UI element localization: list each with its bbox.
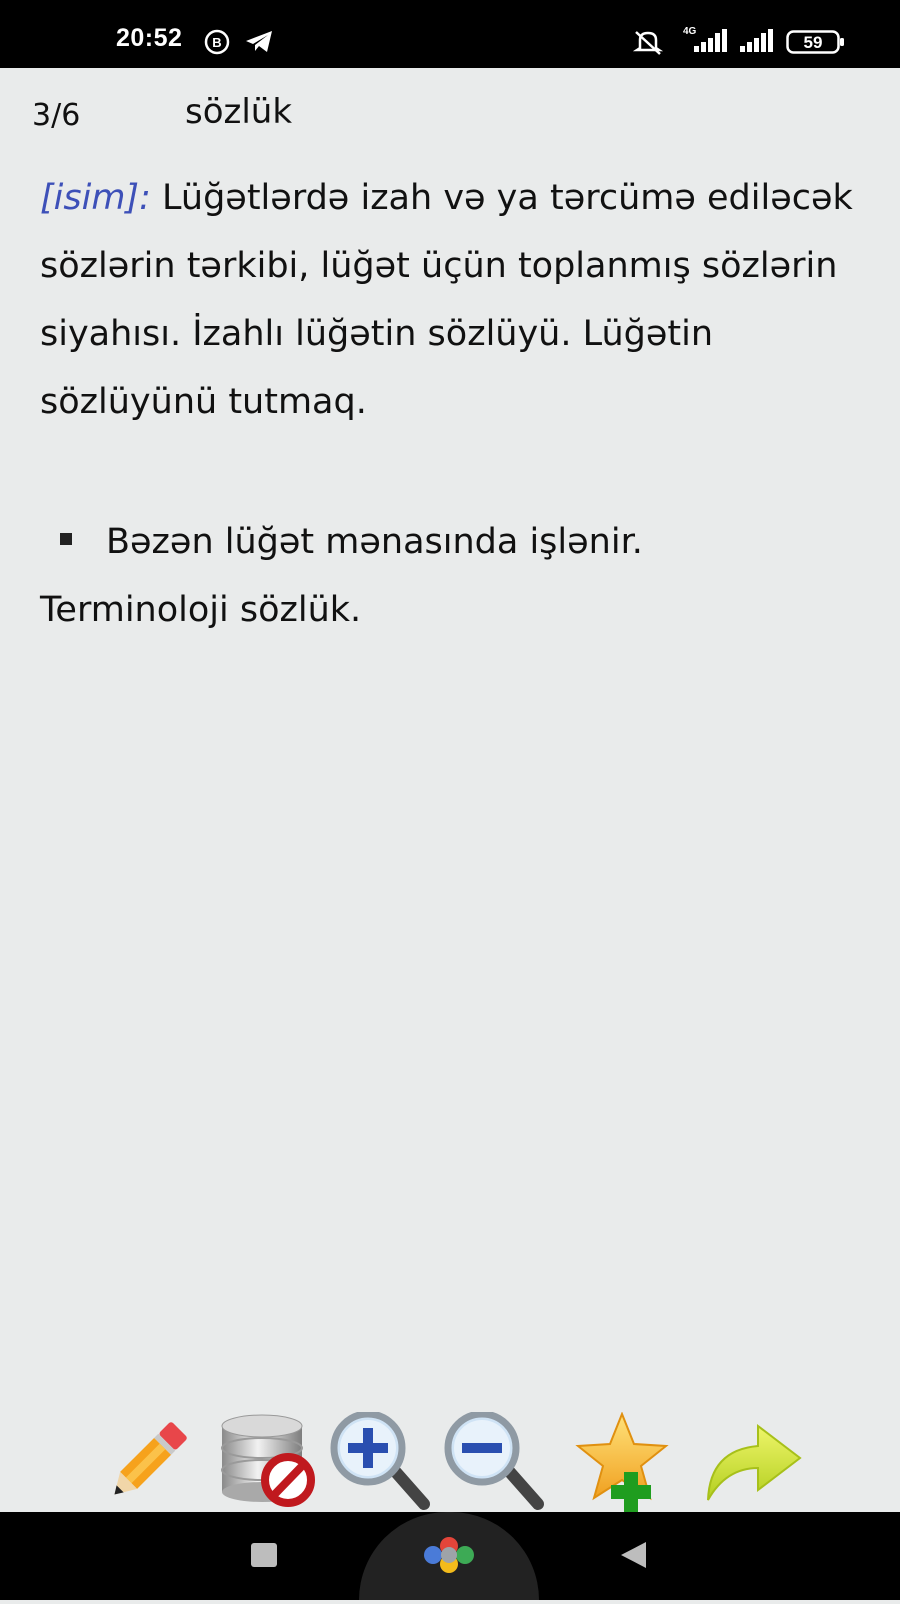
zoom-in-icon[interactable]: [326, 1412, 436, 1512]
home-button[interactable]: [359, 1512, 539, 1600]
system-nav-bar: [0, 1512, 900, 1600]
part-of-speech-label: [isim]:: [40, 178, 151, 218]
add-favorite-icon[interactable]: [572, 1412, 682, 1512]
b-circle-icon: B: [204, 29, 234, 55]
status-bar: 20:52 B 4G 59: [0, 0, 900, 68]
back-button[interactable]: [618, 1540, 648, 1574]
network-type-label: 4G: [683, 26, 697, 37]
usage-note-line2: Terminoloji sözlük.: [40, 590, 362, 630]
telegram-icon: [244, 30, 276, 54]
signal-icon: [738, 28, 776, 54]
usage-note: Bəzən lüğət mənasında işlənir. Terminolo…: [40, 508, 870, 644]
status-time: 20:52: [116, 24, 183, 52]
svg-text:B: B: [212, 35, 221, 50]
definition-text: [isim]: Lüğətlərdə izah və ya tərcümə ed…: [40, 164, 870, 436]
database-delete-icon[interactable]: [214, 1412, 324, 1512]
usage-note-line1: Bəzən lüğət mənasında işlənir.: [106, 522, 643, 562]
mute-icon: [632, 28, 664, 56]
share-forward-icon[interactable]: [700, 1412, 810, 1512]
assistant-icon: [424, 1537, 474, 1573]
battery-level: 59: [803, 33, 823, 52]
headword-title: sözlük: [185, 92, 293, 132]
zoom-out-icon[interactable]: [440, 1412, 550, 1512]
bottom-toolbar: [0, 1412, 900, 1512]
entry-counter: 3/6: [32, 98, 81, 133]
definition-body: Lüğətlərdə izah və ya tərcümə ediləcək s…: [40, 178, 853, 422]
bullet-icon: [60, 533, 72, 545]
recent-apps-button[interactable]: [250, 1542, 278, 1572]
edit-pencil-icon[interactable]: [92, 1412, 202, 1512]
